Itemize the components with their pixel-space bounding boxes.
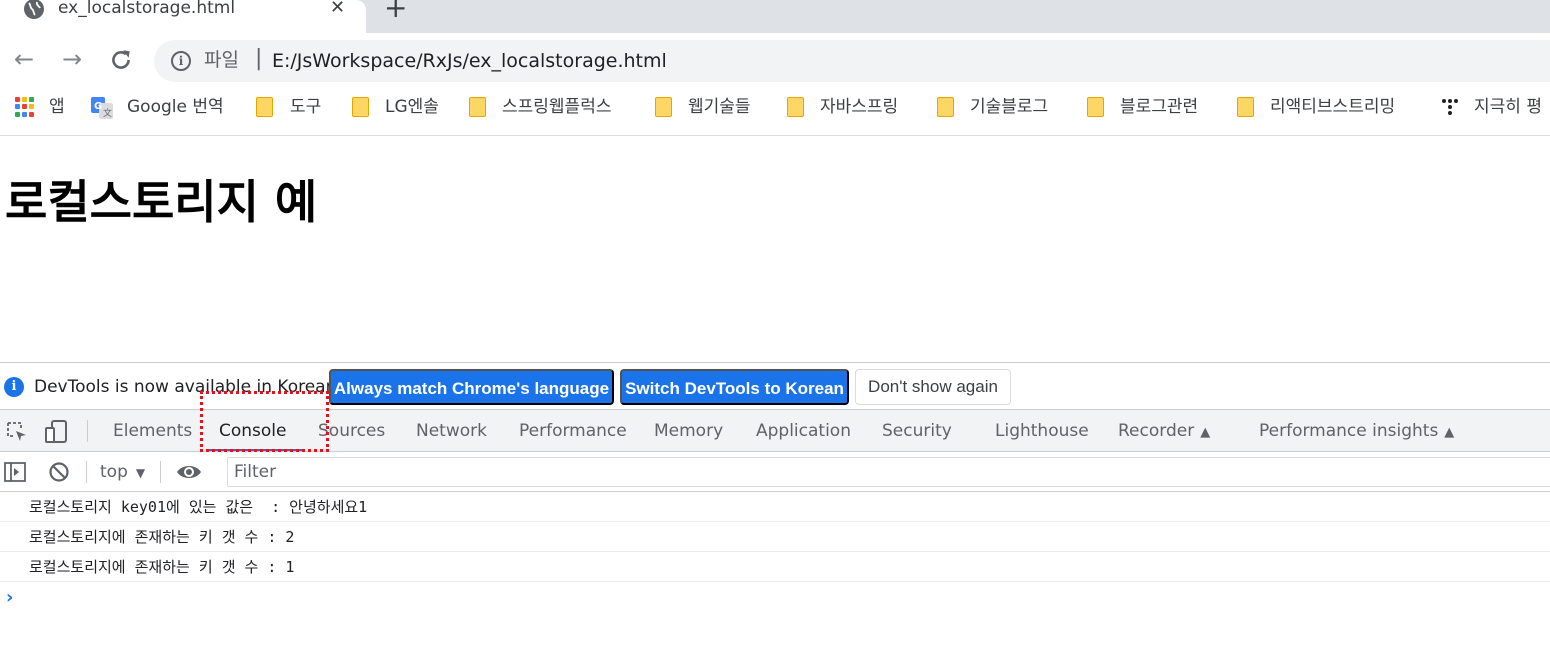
folder-icon [469,97,486,117]
device-toolbar-icon[interactable] [44,419,70,445]
switch-to-korean-button[interactable]: Switch DevTools to Korean [620,369,849,405]
bookmark-folder-techblog[interactable]: 기술블로그 [937,97,1072,123]
tab-application[interactable]: Application [756,420,851,442]
bookmark-folder-blog[interactable]: 블로그관련 [1087,97,1222,123]
url-separator: | [255,46,263,71]
console-log-row[interactable]: 로컬스토리지에 존재하는 키 갯 수 : 1 [0,552,1550,582]
clear-console-icon[interactable] [48,461,70,483]
console-log-row[interactable]: 로컬스토리지 key01에 있는 값은 : 안녕하세요1 [0,492,1550,522]
bookmark-site[interactable]: 지극히 평 [1440,97,1550,123]
bookmark-label: 리액티브스트리밍 [1270,97,1396,117]
dont-show-again-button[interactable]: Don't show again [855,369,1011,405]
tab-label: Performance insights [1259,421,1439,441]
divider [87,420,88,442]
console-toolbar: top ▼ [0,452,1550,492]
experiment-flask-icon: ▲ [1200,425,1211,440]
tab-label: Recorder [1118,421,1195,441]
info-icon: i [4,377,24,397]
console-log-row[interactable]: 로컬스토리지에 존재하는 키 갯 수 : 2 [0,522,1550,552]
tab-performance[interactable]: Performance [519,420,627,442]
tab-network[interactable]: Network [416,420,487,442]
tab-console[interactable]: Console [219,420,287,442]
bookmark-label: LG엔솔 [385,97,439,117]
bookmark-label: 기술블로그 [970,97,1049,117]
console-output: 로컬스토리지 key01에 있는 값은 : 안녕하세요1 로컬스토리지에 존재하… [0,492,1550,608]
google-translate-icon: G 文 [91,97,113,119]
always-match-language-button[interactable]: Always match Chrome's language [329,369,614,405]
infobar-message: DevTools is now available in Korean! [34,377,344,397]
sidebar-toggle-icon[interactable] [4,461,26,483]
bookmark-label: 스프링웹플럭스 [502,97,612,117]
tab-lighthouse[interactable]: Lighthouse [995,420,1089,442]
tab-sources[interactable]: Sources [318,420,385,442]
globe-icon [24,0,44,19]
tab-recorder[interactable]: Recorder ▲ [1118,420,1210,444]
new-tab-icon[interactable]: + [384,0,407,22]
folder-icon [256,97,273,117]
info-icon[interactable]: i [171,51,191,71]
context-selector[interactable]: top ▼ [100,461,145,484]
bookmarks-bar: 앱 G 文 Google 번역 도구 LG엔솔 스프링웹플럭스 웹기술들 자바스… [0,89,1550,136]
page-heading: 로컬스토리지 예 [5,175,318,229]
devtools-tab-bar: Elements Console Sources Network Perform… [0,410,1550,452]
active-tab-indicator [206,449,302,451]
bookmark-folder-reactive[interactable]: 리액티브스트리밍 [1237,97,1427,123]
bookmark-google-translate[interactable]: G 文 Google 번역 [91,97,241,123]
bookmark-label: 자바스프링 [820,97,899,117]
tab-performance-insights[interactable]: Performance insights ▲ [1259,420,1454,444]
bookmark-folder-lg[interactable]: LG엔솔 [352,97,452,123]
apps-grid-icon [15,97,35,117]
dots-icon [1442,99,1458,115]
bookmark-label: 지극히 평 [1474,97,1542,117]
folder-icon [787,97,804,117]
bookmark-folder-web[interactable]: 웹기술들 [655,97,770,123]
back-arrow-icon[interactable]: ← [11,46,37,72]
bookmark-apps[interactable]: 앱 [15,97,75,123]
browser-toolbar: ← → i 파일 | E:/JsWorkspace/RxJs/ex_locals… [0,33,1550,89]
bookmark-label: 앱 [49,97,65,117]
bookmark-label: 웹기술들 [688,97,751,117]
eye-icon[interactable] [176,462,202,482]
reload-icon[interactable] [108,47,134,73]
bookmark-folder-java[interactable]: 자바스프링 [787,97,922,123]
url-text[interactable]: E:/JsWorkspace/RxJs/ex_localstorage.html [272,49,667,73]
svg-text:G: G [94,101,102,112]
experiment-flask-icon: ▲ [1444,425,1455,440]
bookmark-label: 도구 [290,97,322,117]
forward-arrow-icon[interactable]: → [59,46,85,72]
console-filter-input[interactable] [227,457,1550,487]
tab-elements[interactable]: Elements [113,420,192,442]
file-scheme-label: 파일 [204,49,239,71]
folder-icon [937,97,954,117]
context-label: top [100,462,128,482]
tab-strip: ex_localstorage.html ✕ + [0,0,1550,33]
folder-icon [655,97,672,117]
divider [86,461,87,483]
bookmark-label: Google 번역 [127,97,224,117]
browser-tab[interactable]: ex_localstorage.html ✕ [0,0,366,33]
devtools-panel: i DevTools is now available in Korean! A… [0,362,1550,667]
tab-security[interactable]: Security [882,420,952,442]
address-bar[interactable]: i 파일 | E:/JsWorkspace/RxJs/ex_localstora… [154,40,1550,82]
folder-icon [352,97,369,117]
divider [160,461,161,483]
svg-text:文: 文 [103,107,112,119]
tab-title: ex_localstorage.html [58,0,236,18]
close-icon[interactable]: ✕ [330,0,345,19]
tab-memory[interactable]: Memory [654,420,723,442]
console-prompt-chevron-icon[interactable]: › [6,588,13,608]
bookmark-label: 블로그관련 [1120,97,1199,117]
folder-icon [1237,97,1254,117]
dropdown-arrow-icon: ▼ [135,466,146,480]
inspect-element-icon[interactable] [6,421,28,443]
devtools-language-infobar: i DevTools is now available in Korean! A… [0,363,1550,410]
folder-icon [1087,97,1104,117]
bookmark-folder-webflux[interactable]: 스프링웹플럭스 [469,97,639,123]
bookmark-folder-tools[interactable]: 도구 [256,97,336,123]
